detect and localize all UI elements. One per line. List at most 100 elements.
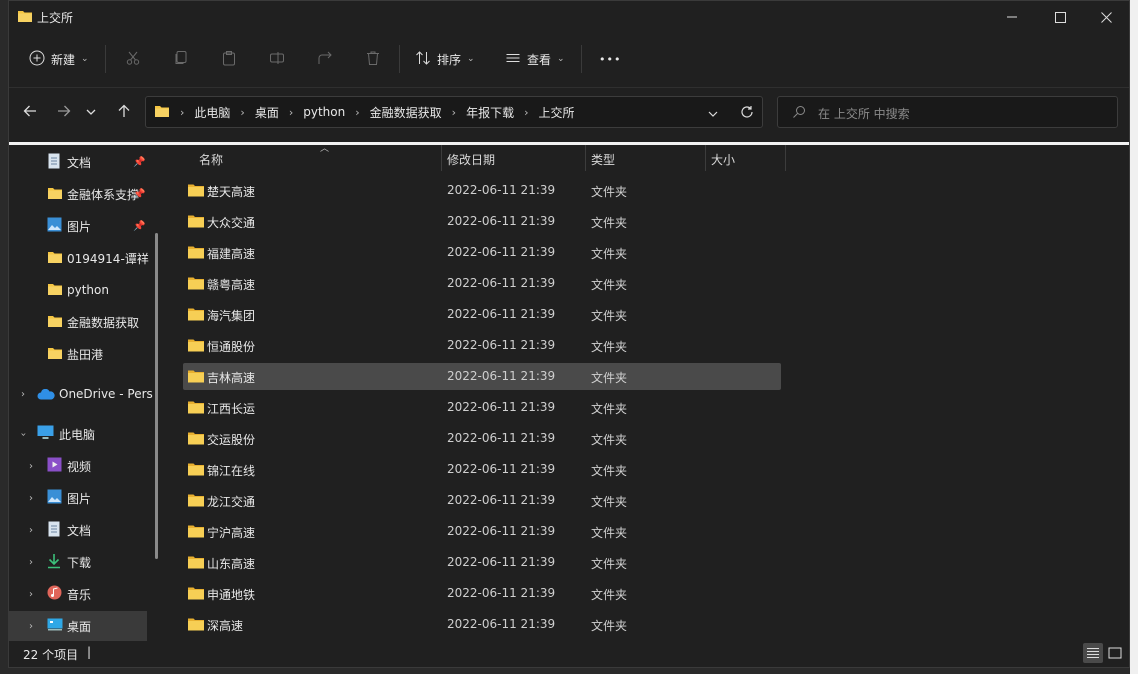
chevron-right-icon[interactable]: › <box>29 557 33 568</box>
view-button[interactable]: 查看 ⌄ <box>505 45 565 73</box>
folder-icon <box>187 276 205 293</box>
folder-icon <box>187 214 205 231</box>
column-divider[interactable] <box>785 145 786 171</box>
rename-button[interactable] <box>269 45 285 73</box>
chevron-right-icon: › <box>180 105 185 119</box>
file-date: 2022-06-11 21:39 <box>447 431 556 445</box>
file-date: 2022-06-11 21:39 <box>447 183 556 197</box>
breadcrumb-item[interactable]: 桌面 <box>255 104 279 121</box>
file-row[interactable]: 深高速 2022-06-11 21:39 文件夹 <box>183 611 781 638</box>
large-icons-view-button[interactable] <box>1105 643 1125 663</box>
new-button[interactable]: 新建 ⌄ <box>29 45 89 73</box>
details-view-button[interactable] <box>1083 643 1103 663</box>
address-history-button[interactable] <box>708 107 718 121</box>
sidebar-item-documents[interactable]: › 文档 <box>9 515 159 545</box>
chevron-right-icon[interactable]: › <box>29 621 33 632</box>
up-button[interactable] <box>111 99 137 125</box>
file-row[interactable]: 福建高速 2022-06-11 21:39 文件夹 <box>183 239 781 266</box>
file-row[interactable]: 龙江交通 2022-06-11 21:39 文件夹 <box>183 487 781 514</box>
copy-button[interactable] <box>173 45 189 73</box>
file-type: 文件夹 <box>591 619 628 633</box>
column-name[interactable]: 名称 <box>199 151 223 168</box>
folder-icon <box>187 524 205 541</box>
address-bar[interactable]: › 此电脑 › 桌面 › python › 金融数据获取 › 年报下载 › 上交… <box>145 96 763 128</box>
chevron-right-icon: › <box>288 105 294 119</box>
breadcrumb-item[interactable]: 上交所 <box>538 104 574 121</box>
text-cursor: | <box>87 645 92 659</box>
sidebar-item-downloads[interactable]: › 下载 <box>9 547 159 577</box>
folder-icon <box>187 369 205 386</box>
sort-button[interactable]: 排序 ⌄ <box>415 45 475 73</box>
column-type[interactable]: 类型 <box>591 151 615 168</box>
breadcrumb-item[interactable]: python <box>303 105 345 119</box>
sidebar-item-folder[interactable]: 0194914-谭祥 <box>9 243 159 273</box>
column-date[interactable]: 修改日期 <box>447 151 495 168</box>
more-button[interactable]: ••• <box>599 45 621 73</box>
music-icon <box>47 585 62 603</box>
breadcrumb-item[interactable]: 年报下载 <box>466 104 514 121</box>
navigation-pane: 文档 📌 金融体系支撑 📌 图片 📌 0194914-谭祥 python 金融数… <box>9 145 167 641</box>
close-button[interactable] <box>1083 1 1129 33</box>
sidebar-item-music[interactable]: › 音乐 <box>9 579 159 609</box>
sidebar-item-this-pc[interactable]: › 此电脑 <box>9 419 159 449</box>
forward-button[interactable] <box>51 99 77 125</box>
search-box[interactable]: 在 上交所 中搜索 <box>777 96 1118 128</box>
file-row[interactable]: 赣粤高速 2022-06-11 21:39 文件夹 <box>183 270 781 297</box>
folder-icon <box>47 186 63 203</box>
back-button[interactable] <box>17 99 43 125</box>
sidebar-item-folder[interactable]: 金融数据获取 <box>9 307 159 337</box>
sidebar-item-videos[interactable]: › 视频 <box>9 451 159 481</box>
view-label: 查看 <box>527 52 552 67</box>
minimize-button[interactable] <box>989 1 1035 33</box>
sidebar-item-folder[interactable]: 盐田港 <box>9 339 159 369</box>
file-row[interactable]: 大众交通 2022-06-11 21:39 文件夹 <box>183 208 781 235</box>
breadcrumb-item[interactable]: 金融数据获取 <box>370 104 442 121</box>
breadcrumb-item[interactable]: 此电脑 <box>194 104 230 121</box>
file-date: 2022-06-11 21:39 <box>447 245 556 259</box>
chevron-right-icon[interactable]: › <box>29 461 33 472</box>
file-date: 2022-06-11 21:39 <box>447 338 556 352</box>
refresh-button[interactable] <box>740 105 754 122</box>
maximize-button[interactable] <box>1037 1 1083 33</box>
chevron-right-icon[interactable]: › <box>29 525 33 536</box>
recent-locations-button[interactable] <box>81 99 101 125</box>
file-row[interactable]: 吉林高速 2022-06-11 21:39 文件夹 <box>183 363 781 390</box>
chevron-down-icon[interactable]: › <box>18 432 29 436</box>
sidebar-item-documents-pinned[interactable]: 文档 📌 <box>9 147 159 177</box>
cut-button[interactable] <box>125 45 141 73</box>
column-divider[interactable] <box>585 145 586 171</box>
file-row[interactable]: 山东高速 2022-06-11 21:39 文件夹 <box>183 549 781 576</box>
sidebar-item-onedrive[interactable]: › OneDrive - Pers <box>9 379 159 409</box>
file-type: 文件夹 <box>591 309 628 323</box>
file-row[interactable]: 江西长运 2022-06-11 21:39 文件夹 <box>183 394 781 421</box>
column-size[interactable]: 大小 <box>711 151 735 168</box>
file-row[interactable]: 宁沪高速 2022-06-11 21:39 文件夹 <box>183 518 781 545</box>
file-row[interactable]: 恒通股份 2022-06-11 21:39 文件夹 <box>183 332 781 359</box>
file-row[interactable]: 交运股份 2022-06-11 21:39 文件夹 <box>183 425 781 452</box>
sidebar-item-folder[interactable]: python <box>9 275 159 305</box>
paste-button[interactable] <box>221 45 237 73</box>
folder-icon <box>187 183 205 200</box>
file-row[interactable]: 锦江在线 2022-06-11 21:39 文件夹 <box>183 456 781 483</box>
plus-circle-icon <box>29 50 45 69</box>
file-row[interactable]: 海汽集团 2022-06-11 21:39 文件夹 <box>183 301 781 328</box>
file-name: 锦江在线 <box>207 464 256 478</box>
column-divider[interactable] <box>441 145 442 171</box>
delete-button[interactable] <box>365 45 381 73</box>
chevron-right-icon[interactable]: › <box>29 493 33 504</box>
sort-label: 排序 <box>437 52 462 67</box>
file-row[interactable]: 楚天高速 2022-06-11 21:39 文件夹 <box>183 177 781 204</box>
chevron-right-icon[interactable]: › <box>21 389 25 400</box>
chevron-right-icon[interactable]: › <box>29 589 33 600</box>
file-name: 江西长运 <box>207 402 256 416</box>
chevron-right-icon: › <box>240 105 245 119</box>
column-divider[interactable] <box>705 145 706 171</box>
sidebar-scrollbar[interactable] <box>155 233 158 559</box>
sidebar-item-desktop[interactable]: › 桌面 <box>9 611 147 641</box>
pin-icon: 📌 <box>133 156 146 168</box>
sidebar-item-pictures-pinned[interactable]: 图片 📌 <box>9 211 159 241</box>
sidebar-item-folder[interactable]: 金融体系支撑 📌 <box>9 179 159 209</box>
sidebar-item-pictures[interactable]: › 图片 <box>9 483 159 513</box>
share-button[interactable] <box>317 45 333 73</box>
file-row[interactable]: 申通地铁 2022-06-11 21:39 文件夹 <box>183 580 781 607</box>
